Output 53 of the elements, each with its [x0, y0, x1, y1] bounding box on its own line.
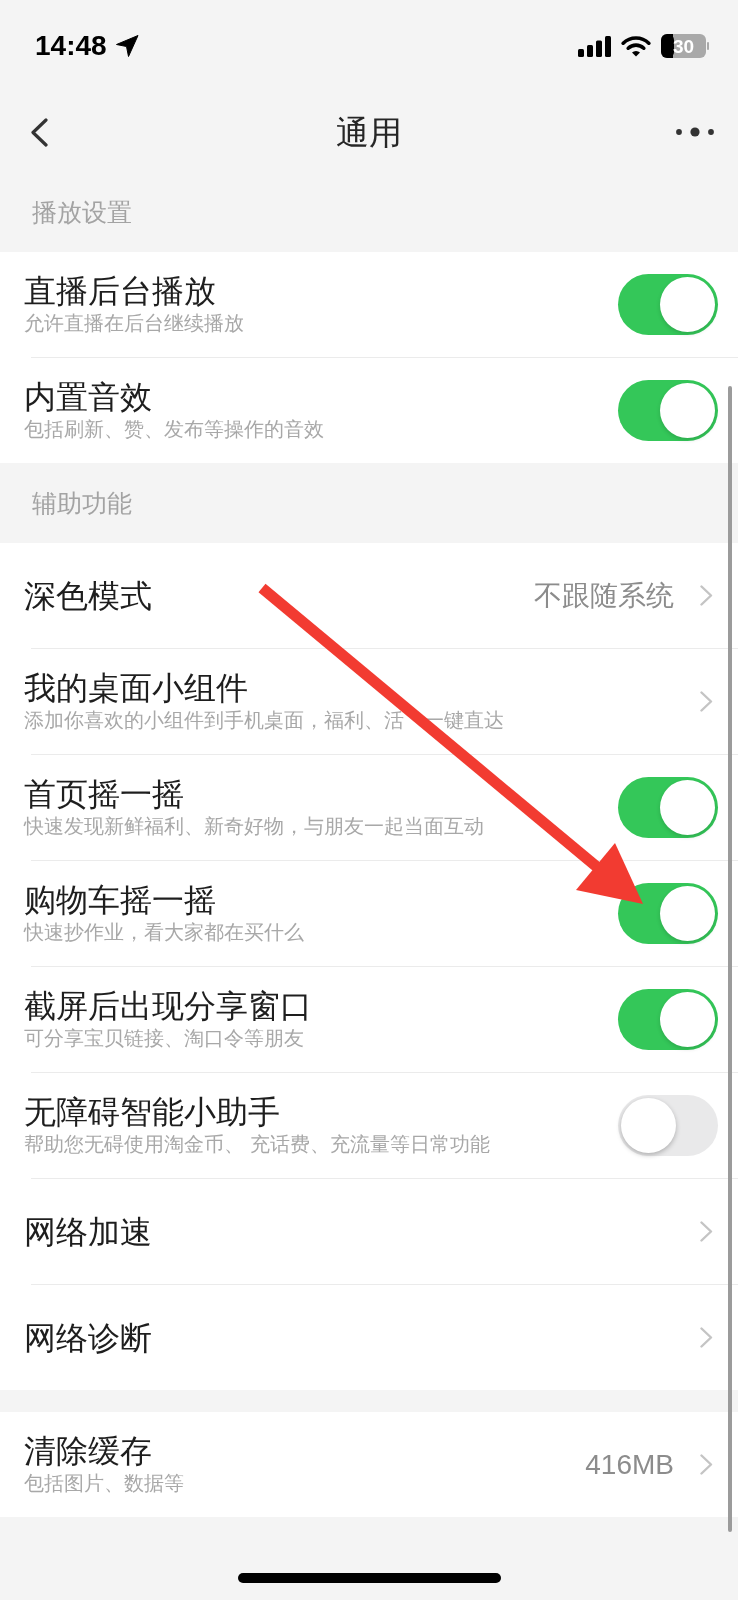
chevron-right-icon — [700, 1454, 713, 1475]
section-header: 播放设置 — [32, 199, 132, 225]
row-title: 深色模式 — [24, 577, 152, 614]
toggle-switch[interactable] — [618, 1095, 718, 1156]
settings-row[interactable]: 清除缓存 包括图片、数据等 416MB — [0, 1412, 738, 1517]
row-subtitle: 包括刷新、赞、发布等操作的音效 — [24, 416, 324, 442]
toggle-switch[interactable] — [618, 274, 718, 335]
chevron-right-icon — [700, 691, 713, 712]
row-title: 我的桌面小组件 — [24, 669, 249, 706]
row-subtitle: 添加你喜欢的小组件到手机桌面，福利、活 — [24, 707, 404, 733]
row-subtitle: 包括图片、数据等 — [24, 1470, 184, 1496]
row-subtitle: 快速发现新鲜福利、新奇好物，与朋友一起当面互动 — [24, 813, 484, 839]
back-button[interactable] — [30, 117, 48, 147]
toggle-switch[interactable] — [618, 777, 718, 838]
row-title: 首页摇一摇 — [24, 775, 185, 812]
row-value: 不跟随系统 — [534, 581, 674, 610]
row-subtitle: 可分享宝贝链接、淘口令等朋友 — [24, 1025, 305, 1051]
toggle-switch[interactable] — [618, 883, 718, 944]
chevron-right-icon — [700, 1327, 713, 1348]
row-title: 无障碍智能小助手 — [24, 1093, 281, 1130]
section-header: 辅助功能 — [32, 490, 132, 516]
row-subtitle: 允许直播在后台继续播放 — [24, 310, 244, 336]
row-title: 网络诊断 — [24, 1319, 152, 1356]
row-title: 清除缓存 — [24, 1432, 153, 1469]
status-time: 14:48 — [35, 32, 107, 60]
more-icon — [676, 127, 714, 137]
wifi-icon — [621, 35, 651, 57]
row-subtitle: 快速抄作业，看大家都在买什么 — [24, 919, 304, 945]
toggle-switch[interactable] — [618, 989, 718, 1050]
page-title: 通用 — [336, 115, 402, 149]
row-title: 购物车摇一摇 — [24, 881, 217, 918]
settings-row[interactable]: 无障碍智能小助手 帮助您无碍使用淘金币、 充话费、充流量等日常功能 — [0, 1073, 738, 1178]
row-title: 截屏后出现分享窗口 — [24, 987, 312, 1024]
row-title: 直播后台播放 — [24, 272, 217, 309]
chevron-right-icon — [700, 585, 713, 606]
settings-row[interactable]: 深色模式 不跟随系统 — [0, 543, 738, 648]
settings-row[interactable]: 直播后台播放 允许直播在后台继续播放 — [0, 252, 738, 357]
location-arrow-icon — [115, 35, 139, 57]
more-button[interactable] — [676, 127, 714, 137]
row-title: 内置音效 — [24, 378, 153, 415]
settings-row[interactable]: 首页摇一摇 快速发现新鲜福利、新奇好物，与朋友一起当面互动 — [0, 755, 738, 860]
row-title: 网络加速 — [24, 1213, 152, 1250]
row-value: 416MB — [585, 1450, 674, 1479]
settings-row[interactable]: 网络加速 — [0, 1179, 738, 1284]
settings-row[interactable]: 购物车摇一摇 快速抄作业，看大家都在买什么 — [0, 861, 738, 966]
signal-icon — [578, 35, 611, 57]
chevron-left-icon — [30, 117, 48, 147]
row-subtitle: 帮助您无碍使用淘金币、 充话费、充流量等日常功能 — [24, 1131, 490, 1157]
settings-row[interactable]: 截屏后出现分享窗口 可分享宝贝链接、淘口令等朋友 — [0, 967, 738, 1072]
toggle-switch[interactable] — [618, 380, 718, 441]
settings-row[interactable]: 内置音效 包括刷新、赞、发布等操作的音效 — [0, 358, 738, 463]
chevron-right-icon — [700, 1221, 713, 1242]
settings-row[interactable]: 网络诊断 — [0, 1285, 738, 1390]
